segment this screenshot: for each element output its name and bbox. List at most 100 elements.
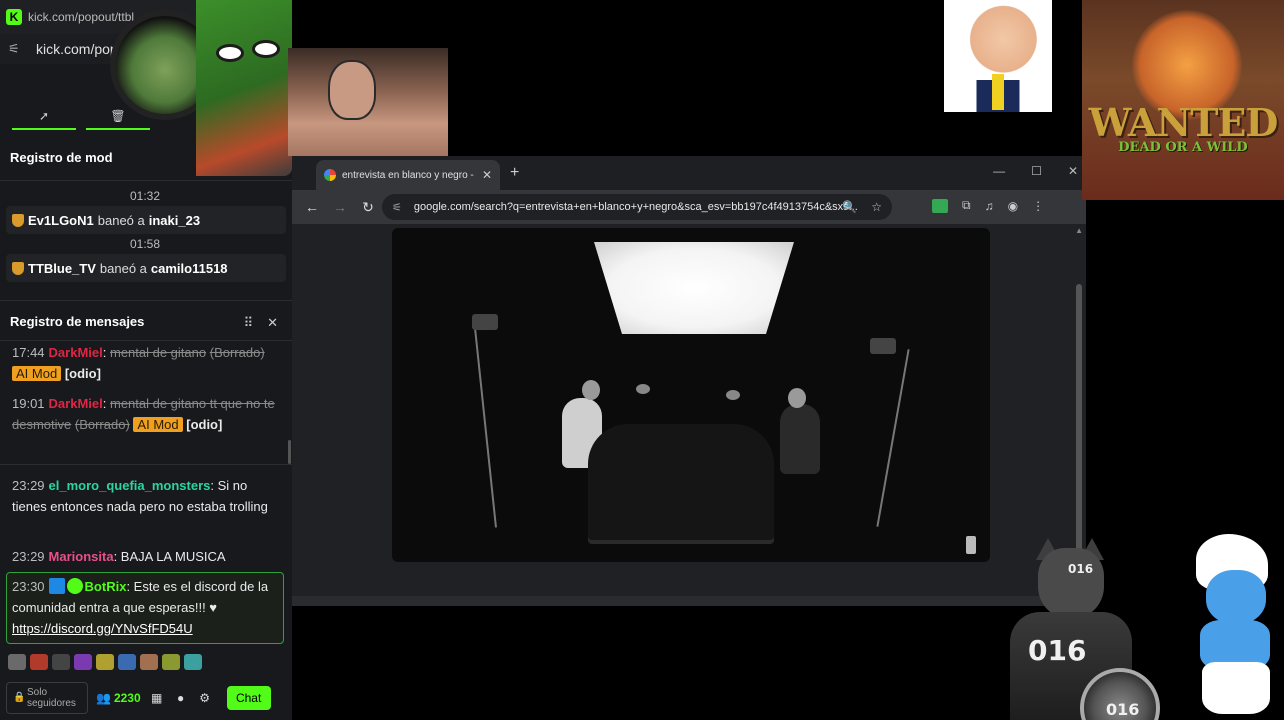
- ai-mod-badge: AI Mod: [133, 417, 183, 432]
- divider: [0, 300, 292, 301]
- wanted-poster-overlay: WANTED DEAD OR A WILD: [1082, 0, 1284, 200]
- puzzle-icon[interactable]: ⧉: [962, 198, 971, 213]
- chat-message: 17:44 DarkMiel: mental de gitano (Borrado…: [12, 345, 265, 381]
- maximize-icon[interactable]: ☐: [1031, 164, 1042, 178]
- mod-shield-icon: [12, 213, 24, 227]
- image-overlay-chip[interactable]: [966, 536, 976, 554]
- message-time: 19:01: [12, 396, 45, 411]
- minimize-icon[interactable]: —: [993, 164, 1005, 178]
- wanted-subtitle: DEAD OR A WILD: [1118, 140, 1248, 155]
- omnibox[interactable]: ⚟ google.com/search?q=entrevista+en+blan…: [382, 194, 892, 220]
- deleted-label: (Borrado): [209, 345, 265, 360]
- moderator-name[interactable]: Ev1LGoN1: [28, 213, 94, 228]
- media-icon[interactable]: ♫: [985, 199, 994, 213]
- camera-right: [870, 338, 896, 354]
- chat-message: 23:29 el_moro_quefia_monsters: Si no tien…: [12, 478, 268, 514]
- followers-only-button[interactable]: 🔒 Solo seguidores: [6, 682, 88, 714]
- emote-icon[interactable]: [96, 654, 114, 670]
- scroll-up-icon[interactable]: ▲: [1075, 226, 1083, 235]
- message-user[interactable]: BotRix: [85, 579, 127, 594]
- smurf-overlay: [1184, 534, 1284, 720]
- pepe-frog-overlay: [196, 0, 292, 176]
- divider: [0, 340, 292, 341]
- kick-logo-icon: K: [6, 9, 22, 25]
- mod-log-entry: TTBlue_TV baneó a camilo11518: [6, 254, 286, 282]
- emote-icon[interactable]: [52, 654, 70, 670]
- streamer-head: [328, 60, 376, 120]
- message-user[interactable]: DarkMiel: [49, 396, 103, 411]
- pin-button[interactable]: ➚: [12, 104, 76, 130]
- site-settings-icon[interactable]: ⚟: [8, 41, 24, 57]
- mod-log-entry: Ev1LGoN1 baneó a inaki_23: [6, 206, 286, 234]
- guest-figure: [780, 404, 820, 474]
- moderator-name[interactable]: TTBlue_TV: [28, 261, 96, 276]
- flag-tag: [odio]: [64, 366, 101, 381]
- discord-link[interactable]: https://discord.gg/YNvSfFD54U: [12, 621, 193, 636]
- round-table: [588, 424, 774, 544]
- ban-target[interactable]: inaki_23: [149, 213, 200, 228]
- store-icon[interactable]: ▦: [149, 691, 165, 705]
- message-time: 23:29: [12, 549, 45, 564]
- cat-helmet-number: 016: [1068, 562, 1094, 576]
- back-arrow-icon[interactable]: ←: [298, 199, 326, 215]
- message-time: 23:30: [12, 579, 45, 594]
- reload-icon[interactable]: ↻: [354, 199, 382, 216]
- chat-message: 23:29 Marionsita: BAJA LA MUSICA: [12, 549, 226, 564]
- message-user[interactable]: el_moro_quefia_monsters: [49, 478, 211, 493]
- search-icon[interactable]: 🔍: [842, 200, 857, 214]
- extension-icon[interactable]: [932, 198, 948, 213]
- emote-bar: [8, 654, 202, 670]
- google-icon: [324, 169, 336, 181]
- emote-icon[interactable]: [162, 654, 180, 670]
- message-time: 23:29: [12, 478, 45, 493]
- emote-icon[interactable]: [8, 654, 26, 670]
- bookmark-star-icon[interactable]: ☆: [871, 200, 882, 214]
- browser-bottom-edge: [292, 596, 1086, 606]
- site-info-icon[interactable]: ⚟: [392, 201, 402, 214]
- message-user[interactable]: Marionsita: [49, 549, 114, 564]
- chat-bottom-bar: 🔒 Solo seguidores 👥 2230 ▦ ● ⚙ Chat: [0, 676, 292, 720]
- cat-head: [1038, 548, 1104, 618]
- mod-log-time: 01:32: [129, 189, 161, 203]
- message-user[interactable]: DarkMiel: [49, 345, 103, 360]
- tripod-right: [876, 349, 910, 527]
- mod-shield-icon: [12, 261, 24, 275]
- gear-icon[interactable]: ⚙: [197, 691, 213, 705]
- emote-icon[interactable]: [30, 654, 48, 670]
- chat-scrollbar[interactable]: [288, 440, 291, 464]
- omnibox-actions: 🔍 ☆: [842, 200, 882, 214]
- emote-icon[interactable]: [140, 654, 158, 670]
- viewers-icon: 👥: [96, 691, 111, 705]
- new-tab-icon[interactable]: +: [510, 164, 519, 182]
- emote-icon[interactable]: [118, 654, 136, 670]
- interview-photo[interactable]: [392, 228, 990, 562]
- page-scrollbar[interactable]: [1076, 284, 1082, 554]
- smurf-pants: [1202, 662, 1270, 714]
- lock-icon: 🔒: [13, 692, 26, 703]
- emote-icon[interactable]: [74, 654, 92, 670]
- camera-left: [472, 314, 498, 330]
- drag-handle-icon[interactable]: ⠿: [244, 315, 254, 331]
- ban-target[interactable]: camilo11518: [151, 261, 228, 276]
- profile-avatar-icon[interactable]: ◉: [1008, 199, 1018, 213]
- menu-kebab-icon[interactable]: ⋮: [1032, 199, 1044, 213]
- streamer-webcam: [288, 48, 448, 156]
- tripod-left: [473, 318, 497, 528]
- divider: [0, 464, 292, 465]
- message-text: BAJA LA MUSICA: [120, 549, 226, 564]
- close-icon[interactable]: ✕: [267, 315, 278, 331]
- window-controls: — ☐ ✕: [993, 164, 1078, 178]
- verified-badge-icon: [66, 578, 83, 594]
- forward-arrow-icon[interactable]: →: [326, 199, 354, 215]
- emote-icon[interactable]: [184, 654, 202, 670]
- deleted-label: (Borrado): [74, 417, 130, 432]
- ai-mod-badge: AI Mod: [12, 366, 62, 381]
- window-close-icon[interactable]: ✕: [1068, 164, 1078, 178]
- mod-log-time: 01:58: [129, 237, 161, 251]
- close-tab-icon[interactable]: ✕: [482, 168, 492, 182]
- wanted-title: WANTED: [1088, 100, 1279, 145]
- browser-tab[interactable]: entrevista en blanco y negro - ✕: [316, 160, 500, 190]
- chat-bubble-icon[interactable]: ●: [173, 691, 189, 705]
- chat-send-button[interactable]: Chat: [226, 686, 271, 710]
- pin-icon: ➚: [38, 109, 50, 123]
